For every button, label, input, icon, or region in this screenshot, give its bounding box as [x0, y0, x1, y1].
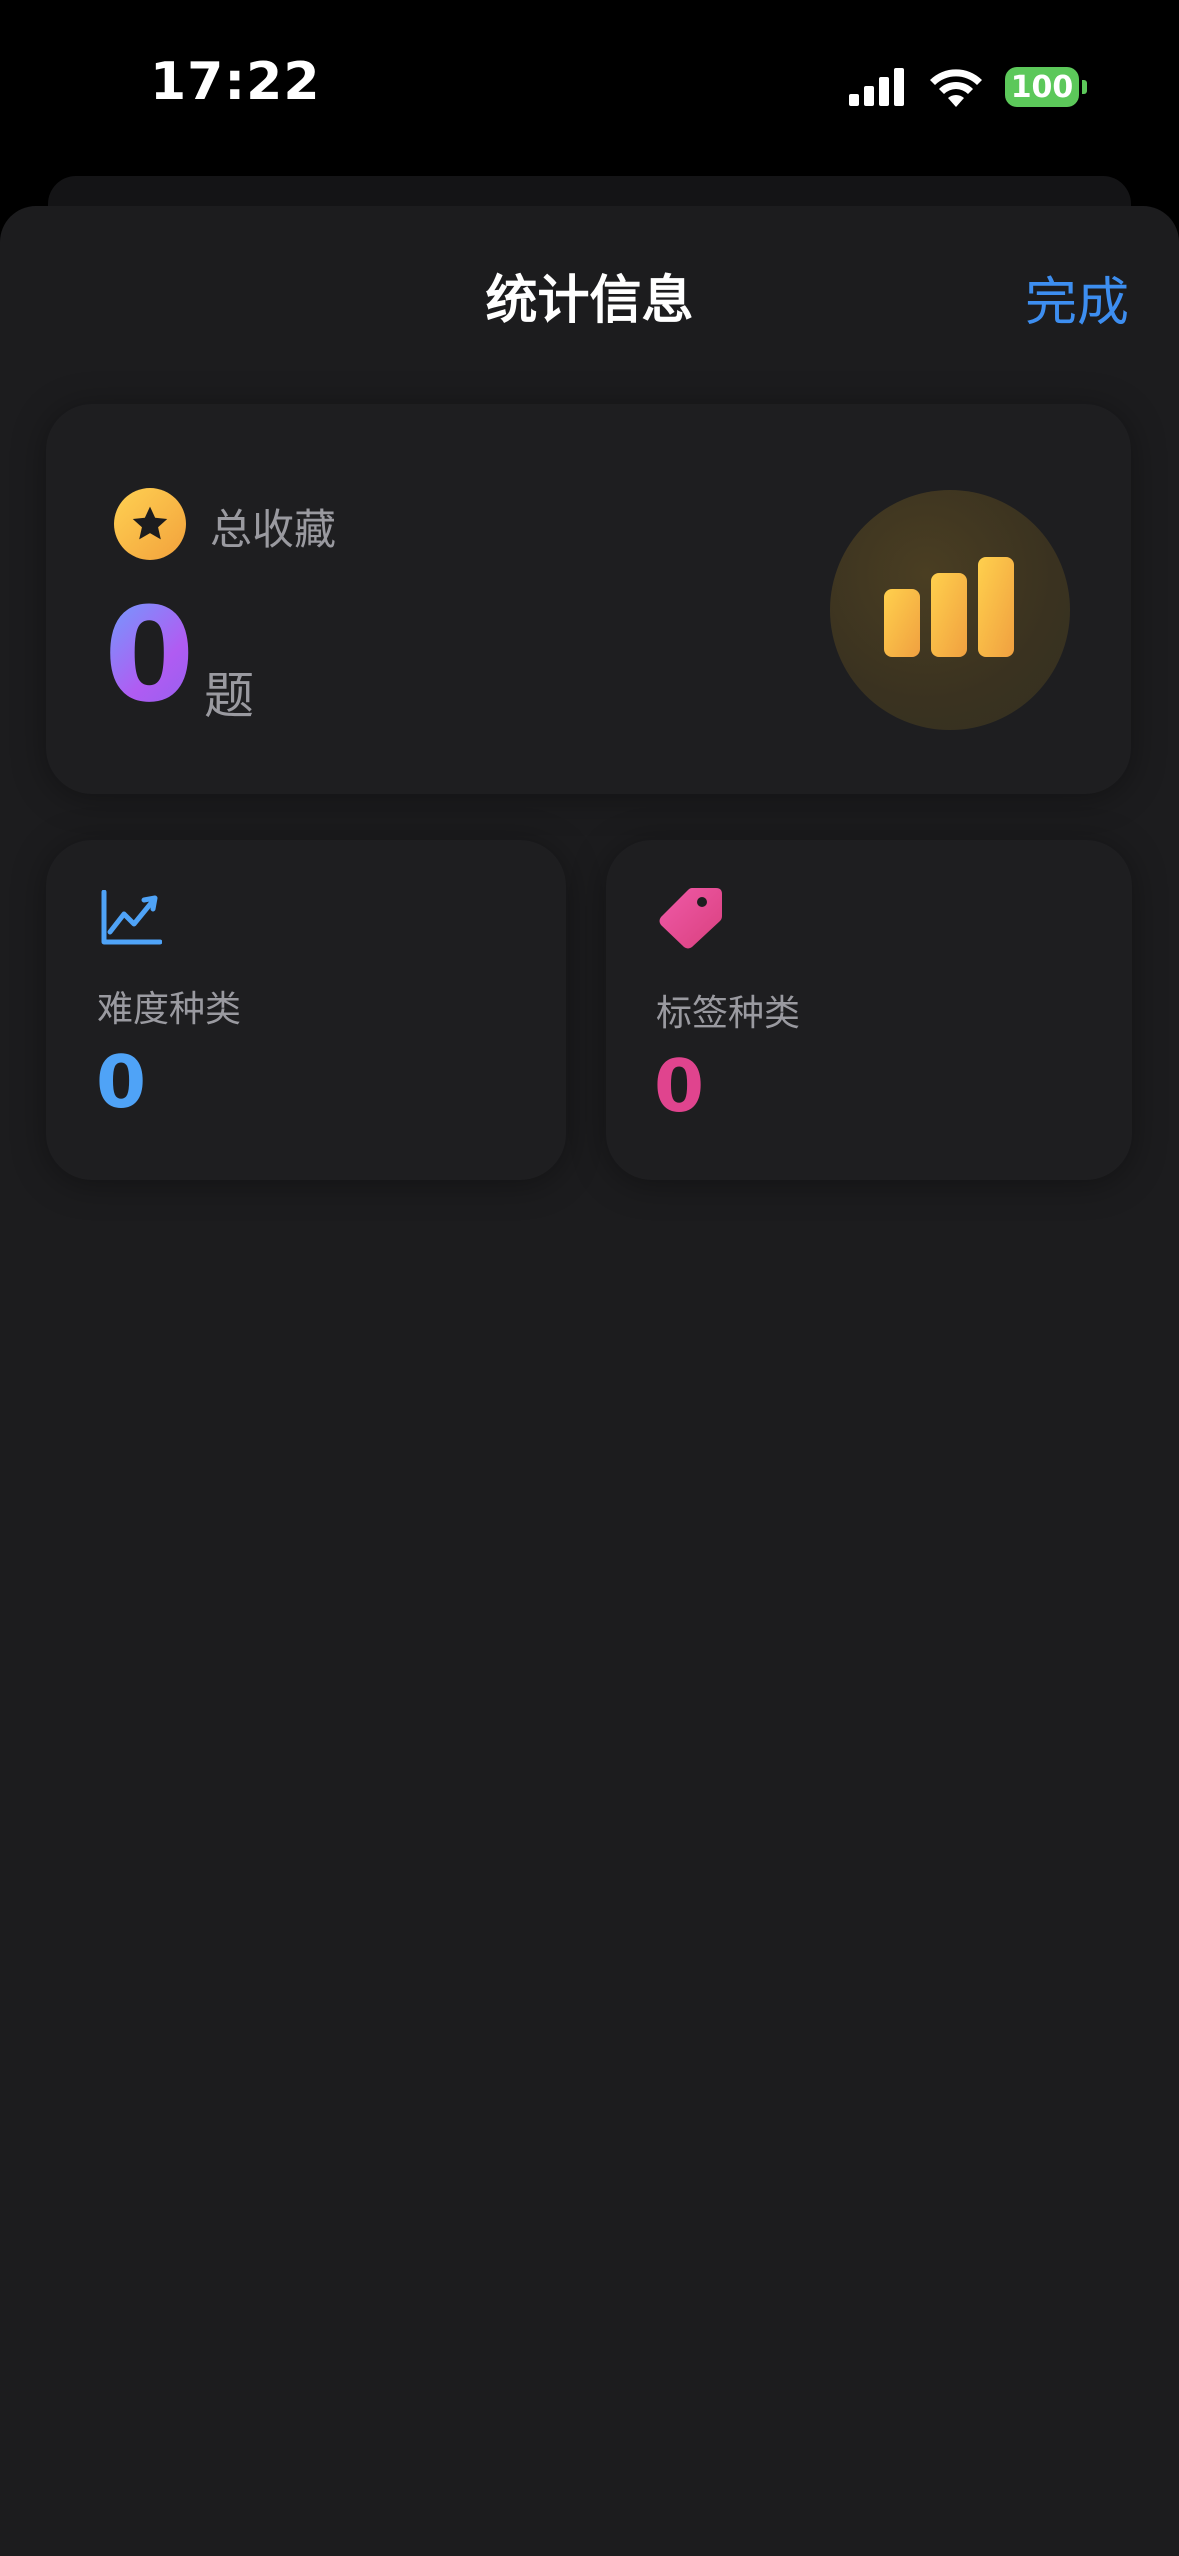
chart-bar-icon [830, 490, 1070, 730]
tag-icon [659, 888, 722, 949]
total-favorites-unit: 题 [204, 667, 254, 725]
tag-types-value: 0 [654, 1044, 705, 1128]
done-button[interactable]: 完成 [1025, 260, 1129, 335]
page-title: 统计信息 [485, 271, 694, 331]
battery-indicator: 100 [1005, 67, 1087, 107]
difficulty-types-label: 难度种类 [97, 989, 242, 1030]
total-favorites-count: 0 [104, 579, 195, 731]
wifi-icon [930, 69, 982, 107]
cellular-signal-icon [849, 68, 904, 106]
total-favorites-label: 总收藏 [210, 505, 337, 554]
star-icon [114, 488, 186, 560]
difficulty-types-value: 0 [96, 1040, 147, 1124]
screen: 17:22 100 统计信息 完成 总收藏 0 题 难度种类 0 标签种类 0 [0, 0, 1179, 2556]
status-time: 17:22 [150, 52, 321, 112]
tag-types-label: 标签种类 [656, 993, 801, 1034]
status-icons: 100 [849, 60, 1087, 114]
chart-line-icon [101, 890, 162, 945]
